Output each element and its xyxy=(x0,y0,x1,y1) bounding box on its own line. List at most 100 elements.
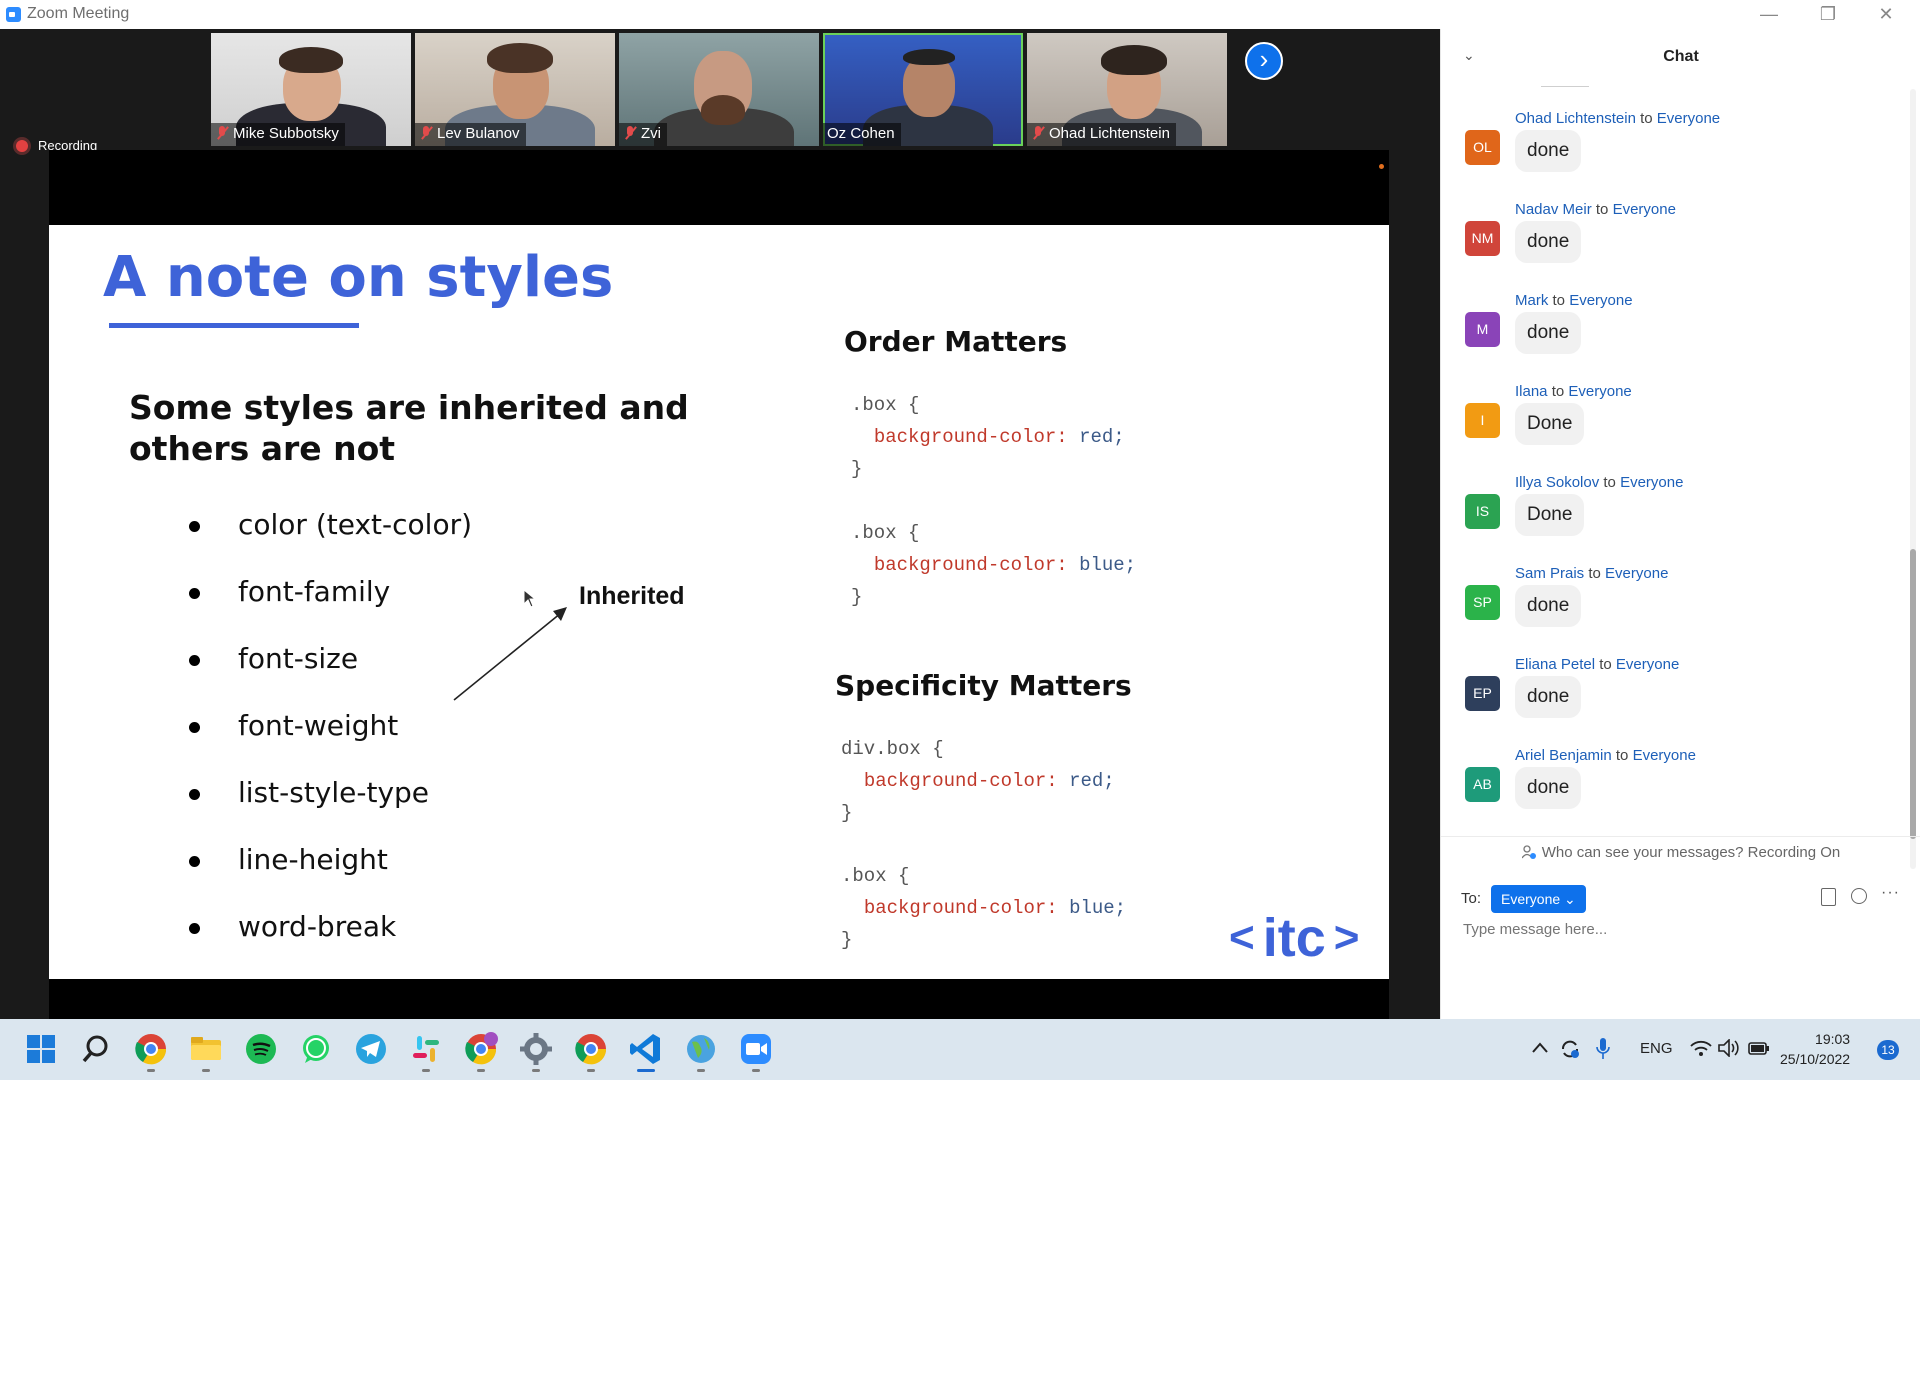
taskbar: ENG 19:03 25/10/2022 13 xyxy=(0,1019,1920,1080)
scrollbar-thumb[interactable] xyxy=(1910,549,1916,839)
participant-tile[interactable]: Mike Subbotsky xyxy=(211,33,411,146)
sender-name[interactable]: Illya Sokolov xyxy=(1515,474,1599,491)
participant-name-label: Lev Bulanov xyxy=(415,123,526,146)
avatar: EP xyxy=(1465,676,1500,711)
participant-name-label: Ohad Lichtenstein xyxy=(1027,123,1176,146)
spotify-icon[interactable] xyxy=(244,1032,278,1066)
emoji-icon[interactable] xyxy=(1851,888,1867,904)
people-icon xyxy=(1521,845,1536,859)
inherited-annotation: Inherited xyxy=(579,582,685,610)
file-explorer-icon[interactable] xyxy=(189,1032,223,1066)
participant-name-label: Oz Cohen xyxy=(823,123,901,146)
divider xyxy=(1541,86,1589,87)
message-bubble: done xyxy=(1515,221,1582,263)
muted-mic-icon xyxy=(623,126,637,140)
avatar: I xyxy=(1465,403,1500,438)
share-letterbox-top xyxy=(49,150,1389,225)
close-button[interactable]: ✕ xyxy=(1858,0,1914,29)
sender-name[interactable]: Ilana xyxy=(1515,383,1548,400)
avatar: IS xyxy=(1465,494,1500,529)
message-bubble: done xyxy=(1515,312,1582,354)
avatar: M xyxy=(1465,312,1500,347)
recipient-label: To: xyxy=(1461,890,1482,907)
zoom-icon[interactable] xyxy=(739,1032,773,1066)
slack-icon[interactable] xyxy=(409,1032,443,1066)
more-options-icon[interactable]: ··· xyxy=(1881,884,1900,902)
chat-panel: ⌄ Chat OL Ohad Lichtenstein to Everyone … xyxy=(1440,29,1920,1019)
message-header: Eliana Petel to Everyone xyxy=(1515,656,1680,673)
participant-tile[interactable]: Lev Bulanov xyxy=(415,33,615,146)
windows-start-icon[interactable] xyxy=(24,1032,58,1066)
sender-name[interactable]: Nadav Meir xyxy=(1515,201,1592,218)
message-header: Mark to Everyone xyxy=(1515,292,1633,309)
zoom-logo-icon xyxy=(6,7,21,22)
search-icon[interactable] xyxy=(79,1032,113,1066)
record-dot-icon xyxy=(16,140,28,152)
itc-logo: < itc > xyxy=(1229,908,1360,968)
notification-badge[interactable]: 13 xyxy=(1877,1040,1899,1060)
message-bubble: done xyxy=(1515,676,1582,718)
chrome-icon[interactable] xyxy=(134,1032,168,1066)
message-header: Illya Sokolov to Everyone xyxy=(1515,474,1684,491)
microphone-icon[interactable] xyxy=(1596,1037,1610,1061)
shared-slide: A note on styles Some styles are inherit… xyxy=(49,225,1389,979)
message-header: Ohad Lichtenstein to Everyone xyxy=(1515,110,1721,127)
next-participants-button[interactable]: › xyxy=(1245,42,1283,80)
code-block: .box { background-color: red; } xyxy=(851,394,1125,480)
chat-scrollbar[interactable] xyxy=(1910,89,1916,869)
sender-name[interactable]: Ohad Lichtenstein xyxy=(1515,110,1636,127)
vscode-icon[interactable] xyxy=(629,1032,663,1066)
sender-name[interactable]: Mark xyxy=(1515,292,1548,309)
specificity-matters-heading: Specificity Matters xyxy=(835,669,1132,702)
avatar: OL xyxy=(1465,130,1500,165)
order-matters-heading: Order Matters xyxy=(844,325,1068,358)
chevron-up-icon[interactable] xyxy=(1531,1041,1549,1055)
sync-icon[interactable] xyxy=(1559,1038,1581,1060)
chat-title: Chat xyxy=(1663,48,1699,65)
sender-name[interactable]: Ariel Benjamin xyxy=(1515,747,1612,764)
message-bubble: Done xyxy=(1515,494,1585,536)
code-block: div.box { background-color: red; } xyxy=(841,738,1115,824)
settings-gear-icon[interactable] xyxy=(519,1032,553,1066)
chrome-profile-icon[interactable] xyxy=(464,1032,498,1066)
message-header: Nadav Meir to Everyone xyxy=(1515,201,1676,218)
system-clock[interactable]: 19:03 25/10/2022 xyxy=(1780,1029,1850,1069)
recipient-select[interactable]: Everyone ⌄ xyxy=(1491,885,1586,913)
message-bubble: done xyxy=(1515,130,1582,172)
chrome-icon[interactable] xyxy=(574,1032,608,1066)
sender-name[interactable]: Eliana Petel xyxy=(1515,656,1595,673)
whatsapp-icon[interactable] xyxy=(299,1032,333,1066)
volume-icon[interactable] xyxy=(1718,1039,1740,1057)
message-header: Sam Prais to Everyone xyxy=(1515,565,1669,582)
file-icon[interactable] xyxy=(1821,888,1836,906)
input-language[interactable]: ENG xyxy=(1640,1040,1673,1057)
battery-icon[interactable] xyxy=(1748,1040,1770,1056)
chevron-right-icon: › xyxy=(1259,44,1269,74)
participant-name-label: Mike Subbotsky xyxy=(211,123,345,146)
mouse-cursor-icon xyxy=(523,589,537,608)
muted-mic-icon xyxy=(1031,126,1045,140)
restore-button[interactable]: ❐ xyxy=(1800,0,1856,29)
muted-mic-icon xyxy=(215,126,229,140)
minimize-button[interactable]: — xyxy=(1741,0,1797,29)
divider xyxy=(1441,836,1920,837)
message-input[interactable] xyxy=(1461,920,1905,939)
message-visibility-notice[interactable]: Who can see your messages? Recording On xyxy=(1441,844,1920,861)
window-title: Zoom Meeting xyxy=(27,5,130,22)
telegram-icon[interactable] xyxy=(354,1032,388,1066)
avatar: NM xyxy=(1465,221,1500,256)
participant-tile[interactable]: Ohad Lichtenstein xyxy=(1027,33,1227,146)
message-bubble: Done xyxy=(1515,403,1585,445)
wifi-icon[interactable] xyxy=(1690,1039,1712,1057)
message-header: Ilana to Everyone xyxy=(1515,383,1632,400)
sender-name[interactable]: Sam Prais xyxy=(1515,565,1584,582)
share-letterbox-bottom xyxy=(49,979,1389,1019)
slide-subtitle: Some styles are inherited and others are… xyxy=(129,388,689,468)
avatar: AB xyxy=(1465,767,1500,802)
participant-tile[interactable]: Zvi xyxy=(619,33,819,146)
code-block: .box { background-color: blue; } xyxy=(841,865,1127,951)
maps-icon[interactable] xyxy=(684,1032,718,1066)
code-block: .box { background-color: blue; } xyxy=(851,522,1137,608)
participant-tile-active-speaker[interactable]: Oz Cohen xyxy=(823,33,1023,146)
message-bubble: done xyxy=(1515,767,1582,809)
